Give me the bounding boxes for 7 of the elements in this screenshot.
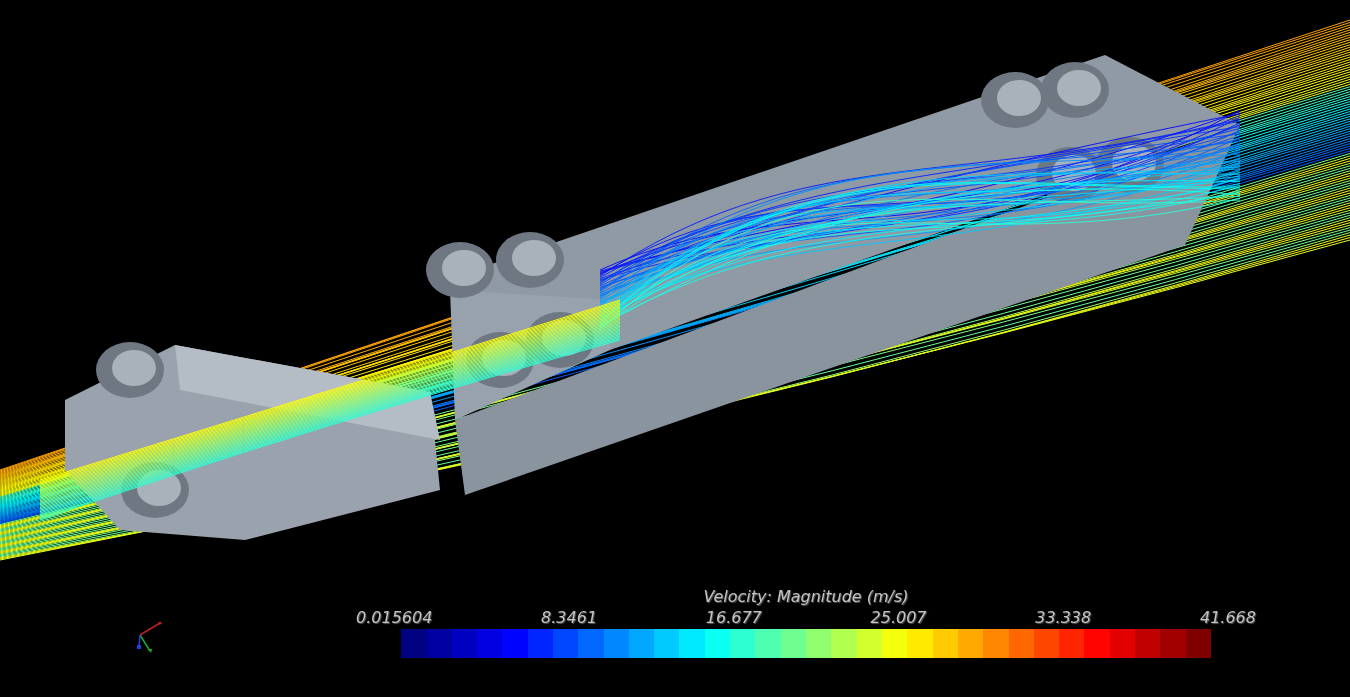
legend-tick-label: 0.015604 <box>356 608 433 627</box>
legend-tick-label: 33.338 <box>1035 608 1092 627</box>
legend-title: Velocity: Magnitude (m/s) <box>703 587 909 606</box>
legend-tick-label: 8.3461 <box>541 608 598 627</box>
legend-tick-label: 41.668 <box>1199 608 1256 627</box>
legend-tick-label: 25.007 <box>870 608 927 627</box>
legend-tick-label: 16.677 <box>705 608 762 627</box>
